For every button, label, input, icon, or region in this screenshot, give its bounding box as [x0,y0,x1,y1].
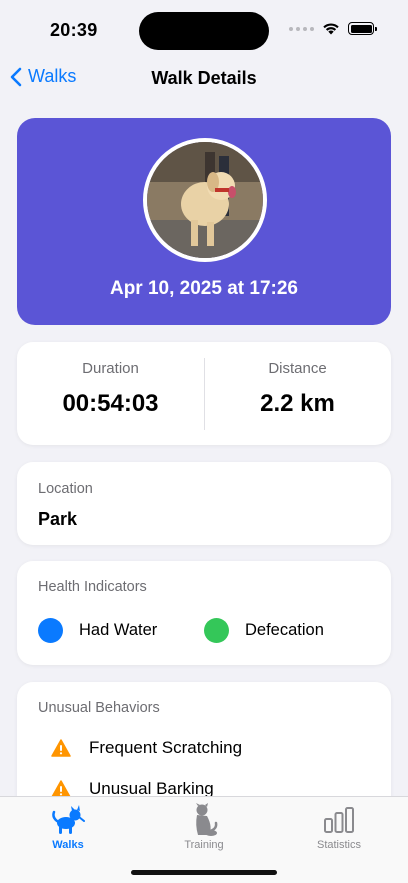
location-card: Location Park [17,462,391,545]
health-indicators-card: Health Indicators Had Water Defecation [17,561,391,665]
location-label: Location [38,481,93,497]
status-bar: 20:39 [0,0,408,60]
distance-value: 2.2 km [260,390,335,417]
navigation-bar: Walks Walk Details [0,60,408,100]
indicator-had-water: Had Water [38,618,157,643]
water-indicator-dot [38,618,63,643]
walk-header-card: Apr 10, 2025 at 17:26 [17,118,391,325]
indicator-label: Had Water [79,621,158,639]
unusual-behaviors-label: Unusual Behaviors [38,700,160,716]
tab-label: Walks [52,839,84,851]
dog-walk-icon [52,805,85,834]
cellular-signal-icon [289,26,314,31]
tab-label: Statistics [316,839,361,851]
page-title: Walk Details [151,68,257,88]
dog-sitting-icon [196,803,218,836]
distance-stat: Distance 2.2 km [204,342,391,445]
warning-icon [51,739,71,757]
tab-label: Training [184,839,224,851]
tab-walks[interactable]: Walks [18,803,118,851]
status-indicators [289,22,377,35]
tab-bar: Walks Training Statistics [0,796,408,883]
health-indicators-label: Health Indicators [38,579,147,595]
indicator-defecation: Defecation [204,618,324,643]
behavior-item: Frequent Scratching [51,738,242,758]
battery-icon [348,22,377,35]
tab-training[interactable]: Training [154,803,254,851]
wifi-icon [323,23,339,35]
walk-date-time: Apr 10, 2025 at 17:26 [109,278,298,299]
dynamic-island [139,12,269,50]
location-value: Park [38,509,78,529]
duration-value: 00:54:03 [62,390,159,417]
home-indicator [131,870,277,875]
dog-photo [143,138,267,262]
duration-stat: Duration 00:54:03 [17,342,204,445]
walk-stats-card: Duration 00:54:03 Distance 2.2 km [17,342,391,445]
distance-label: Distance [268,360,327,377]
bar-chart-icon [324,807,354,833]
behavior-label: Frequent Scratching [89,738,243,757]
defecation-indicator-dot [204,618,229,643]
tab-statistics[interactable]: Statistics [289,803,389,851]
duration-label: Duration [82,360,139,377]
indicator-label: Defecation [245,621,324,639]
status-time: 20:39 [50,20,98,40]
